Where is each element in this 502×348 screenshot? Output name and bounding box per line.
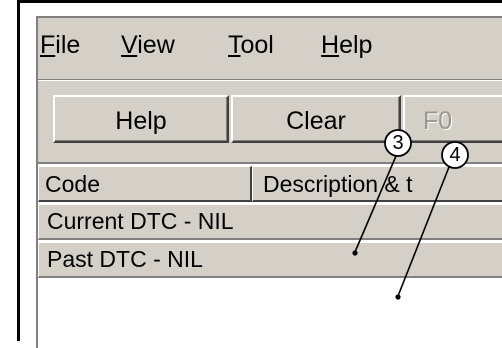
list-item-past-dtc[interactable]: Past DTC - NIL [38,242,502,278]
third-toolbar-button[interactable]: F0 [403,95,502,143]
callout-4-label: 4 [449,144,461,166]
menu-tool[interactable]: Tool [228,30,274,60]
menu-help[interactable]: Help [321,30,372,60]
dtc-list: Code Description & t Current DTC - NIL P… [38,162,502,348]
menu-bar: File View Tool Help [38,18,502,76]
menu-view[interactable]: View [121,30,175,60]
column-header-description[interactable]: Description & t [252,166,502,202]
figure-frame-left [17,0,20,341]
clear-button[interactable]: Clear [231,95,401,143]
menu-separator [38,79,502,81]
list-item-current-dtc[interactable]: Current DTC - NIL [38,204,502,240]
column-header-code[interactable]: Code [38,166,252,202]
figure-frame-top [17,0,502,3]
callout-3-label: 3 [392,132,404,154]
help-button[interactable]: Help [53,95,229,143]
app-window: File View Tool Help Help Clear F0 Code D… [36,16,502,348]
menu-file[interactable]: File [40,30,80,60]
